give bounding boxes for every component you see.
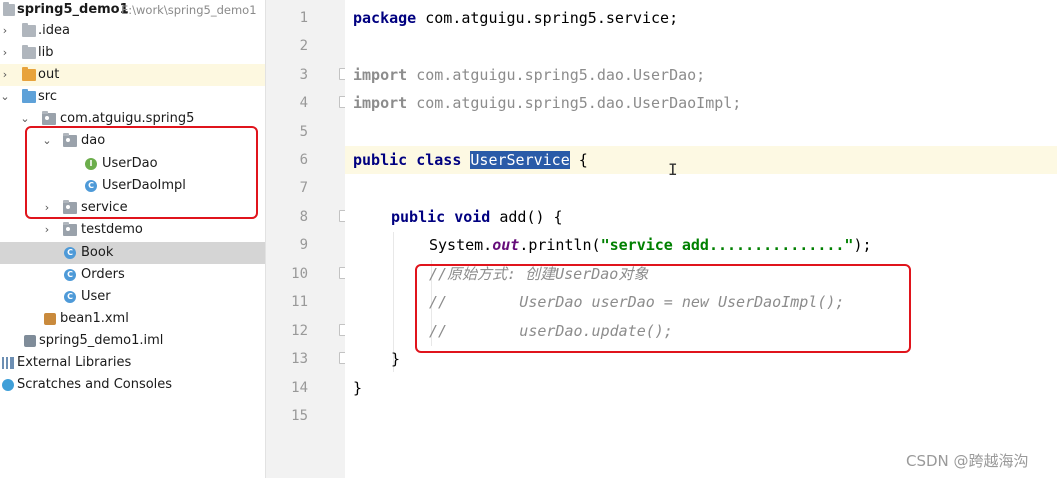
line-number: 12	[291, 323, 308, 339]
class-icon: C	[64, 269, 76, 281]
line-number: 2	[299, 38, 308, 54]
tree-item-label: out	[38, 67, 60, 82]
source-folder-icon	[22, 89, 36, 103]
library-icon	[2, 357, 14, 369]
tree-item-orders[interactable]: C Orders	[0, 264, 265, 286]
line-number: 11	[291, 294, 308, 310]
code-line-3: import com.atguigu.spring5.dao.UserDao;	[353, 61, 705, 89]
xml-file-icon	[44, 313, 56, 325]
line-number: 3	[299, 67, 308, 83]
chevron-down-icon[interactable]: ⌄	[0, 86, 10, 108]
tree-item-label: Orders	[81, 267, 125, 282]
tree-item-book[interactable]: C Book	[0, 242, 265, 264]
code-text: .println(	[519, 236, 601, 254]
tree-item-label: External Libraries	[17, 355, 132, 370]
tree-item-label: Scratches and Consoles	[17, 377, 173, 392]
class-icon: C	[64, 291, 76, 303]
text-cursor-icon: I	[668, 160, 678, 179]
tree-item-user[interactable]: C User	[0, 286, 265, 308]
tree-item-label: User	[81, 289, 111, 304]
tree-item-bean1-xml[interactable]: bean1.xml	[0, 308, 265, 330]
tree-item-testdemo[interactable]: › testdemo	[0, 219, 265, 241]
line-number: 15	[291, 408, 308, 424]
tree-item-project-root[interactable]: spring5_demo1 E:\work\spring5_demo1	[0, 0, 265, 21]
folder-icon	[22, 67, 36, 81]
tree-item-src[interactable]: ⌄ src	[0, 86, 265, 108]
tree-item-label: bean1.xml	[60, 311, 129, 326]
tree-item-label: Book	[81, 245, 114, 260]
tree-item-scratches[interactable]: Scratches and Consoles	[0, 374, 265, 396]
code-text: add() {	[490, 208, 563, 226]
line-number: 6	[299, 152, 308, 168]
code-text: );	[853, 236, 872, 254]
project-path: E:\work\spring5_demo1	[121, 3, 257, 17]
annotation-box-dao	[25, 126, 258, 219]
tree-item-idea[interactable]: › .idea	[0, 20, 265, 42]
tree-item-label: lib	[38, 45, 54, 60]
code-text: com.atguigu.spring5.dao.UserDaoImpl;	[407, 94, 742, 112]
line-number: 4	[299, 95, 308, 111]
package-icon	[42, 111, 56, 125]
project-folder-icon	[3, 2, 15, 16]
annotation-box-comments	[415, 264, 911, 353]
tree-item-lib[interactable]: › lib	[0, 42, 265, 64]
code-text: {	[569, 151, 588, 169]
code-editor[interactable]: package com.atguigu.spring5.service; imp…	[345, 0, 1057, 478]
folder-icon	[22, 45, 36, 59]
tree-item-iml[interactable]: spring5_demo1.iml	[0, 330, 265, 352]
project-tree: spring5_demo1 E:\work\spring5_demo1 › .i…	[0, 0, 265, 478]
tree-item-out[interactable]: › out	[0, 64, 265, 86]
code-text: com.atguigu.spring5.dao.UserDao;	[407, 66, 706, 84]
keyword: public void	[391, 208, 491, 226]
module-file-icon	[24, 335, 36, 347]
class-icon: C	[64, 247, 76, 259]
code-line-4: import com.atguigu.spring5.dao.UserDaoIm…	[353, 89, 741, 117]
selected-class-name[interactable]: UserService	[470, 151, 570, 169]
code-line-14: }	[353, 379, 363, 397]
keyword: package	[353, 9, 417, 27]
tree-item-label: testdemo	[81, 222, 143, 237]
code-line-8: public void add() {	[391, 203, 563, 231]
code-line-13: }	[391, 350, 401, 368]
code-text: com.atguigu.spring5.service;	[416, 9, 679, 27]
line-number: 14	[291, 380, 308, 396]
line-number: 7	[299, 180, 308, 196]
code-line-1: package com.atguigu.spring5.service;	[353, 4, 678, 32]
tree-item-label: spring5_demo1.iml	[39, 333, 164, 348]
tree-item-label: .idea	[38, 23, 70, 38]
code-line-9: System.out.println("service add.........…	[429, 231, 872, 259]
string-literal: "service add..............."	[600, 236, 854, 254]
static-field: out	[492, 236, 520, 254]
code-line-6: public class UserService {	[353, 146, 588, 174]
code-text: System.	[429, 236, 493, 254]
chevron-right-icon[interactable]: ›	[42, 219, 52, 241]
folder-icon	[22, 23, 36, 37]
line-number: 8	[299, 209, 308, 225]
tree-item-label: src	[38, 89, 57, 104]
line-number: 5	[299, 124, 308, 140]
package-icon	[63, 222, 77, 236]
watermark: CSDN @跨越海沟	[906, 452, 1029, 470]
line-number: 10	[291, 266, 308, 282]
chevron-right-icon[interactable]: ›	[0, 20, 10, 42]
line-number: 9	[299, 237, 308, 253]
chevron-right-icon[interactable]: ›	[0, 42, 10, 64]
keyword: public class	[353, 151, 462, 169]
keyword: import	[353, 66, 408, 84]
line-number: 1	[299, 10, 308, 26]
chevron-right-icon[interactable]: ›	[0, 64, 10, 86]
line-number: 13	[291, 351, 308, 367]
scratches-icon	[2, 379, 14, 391]
project-name: spring5_demo1	[17, 2, 129, 17]
tree-item-external-libraries[interactable]: External Libraries	[0, 352, 265, 374]
keyword: import	[353, 94, 408, 112]
editor-gutter: 1 2 3 4 5 6 7 8 9 10 11 12 13 14 15	[265, 0, 350, 478]
